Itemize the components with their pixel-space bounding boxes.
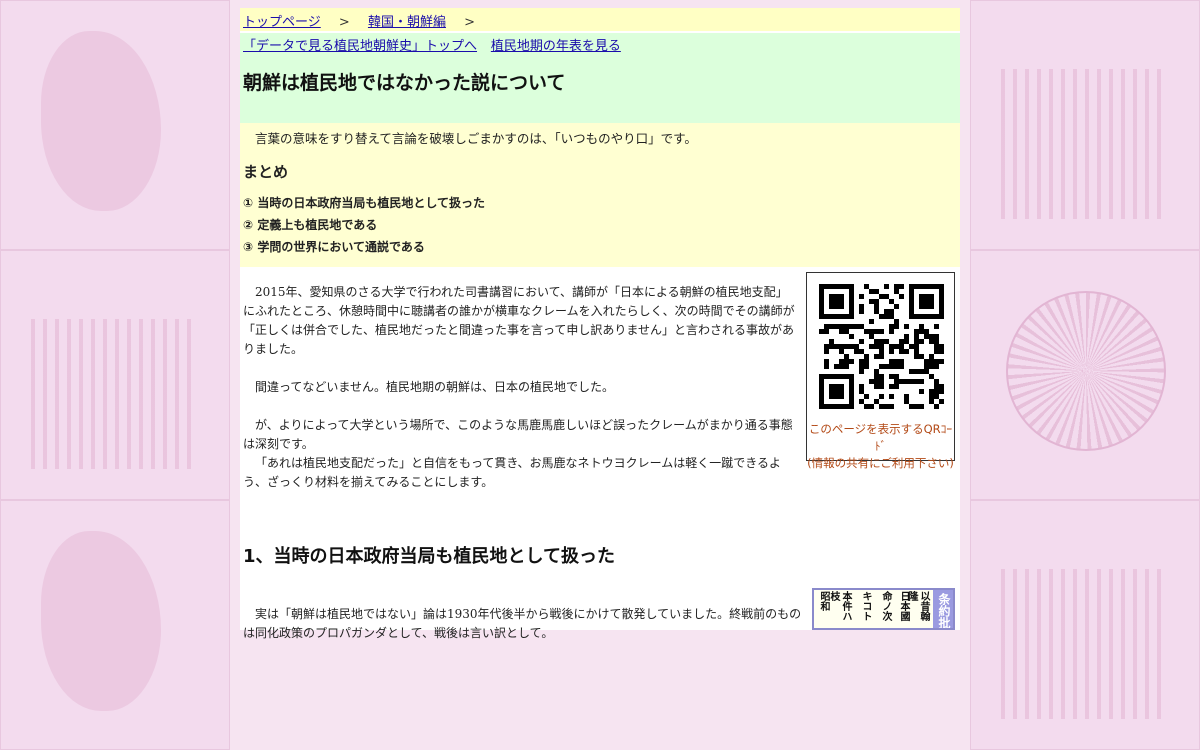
bg-radial-chart-image [970,250,1200,500]
data-history-top-link[interactable]: 「データで見る植民地朝鮮史」トップへ [243,39,477,54]
breadcrumb-separator: > [464,15,475,30]
summary-point: ① 当時の日本政府当局も植民地として扱った [243,196,485,210]
qr-caption-line: このページを表示するQRｺｰﾄﾞ [808,422,953,453]
bg-line-chart-image [970,0,1200,250]
bg-map-image [0,500,230,750]
content-column: トップページ > 韓国・朝鮮編 > 「データで見る植民地朝鮮史」トップへ 植民地… [240,8,960,640]
treaty-text: キコト [860,591,871,621]
breadcrumb: トップページ > 韓国・朝鮮編 > [240,8,960,31]
breadcrumb-category-link[interactable]: 韓国・朝鮮編 [368,15,446,30]
bg-line-chart-image [970,500,1200,750]
breadcrumb-separator: > [338,15,350,30]
article-paragraph: 間違ってなどいません。植民地期の朝鮮は、日本の植民地でした。 [255,380,615,394]
summary-point: ② 定義上も植民地である [243,218,378,232]
bg-bar-chart-image [0,250,230,500]
summary-box: 言葉の意味をすり替えて言論を破壊しごまかすのは、「いつものやり口」です。 まとめ… [240,123,960,267]
treaty-text: 昭和 [818,591,829,611]
header-links: 「データで見る植民地朝鮮史」トップへ 植民地期の年表を見る [243,35,957,54]
section-heading: 1、当時の日本政府当局も植民地として扱った [243,546,615,567]
breadcrumb-top-link[interactable]: トップページ [243,15,321,30]
article-paragraph: 2015年、愛知県のさる大学で行われた司書講習において、講師が「日本による朝鮮の… [243,285,795,356]
timeline-link[interactable]: 植民地期の年表を見る [491,39,621,54]
article-body: このページを表示するQRｺｰﾄﾞ (情報の共有にご利用下さい) 2015年、愛知… [240,267,960,568]
bg-map-image [0,0,230,250]
page-header: 「データで見る植民地朝鮮史」トップへ 植民地期の年表を見る 朝鮮は植民地ではなか… [240,33,960,123]
treaty-document-image[interactable]: 条約批 以昔翰隆 日本國 命ノ次 キコト 本件ハ枝 昭和 [812,588,955,630]
treaty-tag: 条約批 [933,590,953,628]
qr-caption: このページを表示するQRｺｰﾄﾞ (情報の共有にご利用下さい) [807,421,954,472]
treaty-text: 本件ハ枝 [828,591,851,621]
qr-code-image [819,284,944,409]
lead-text: 言葉の意味をすり替えて言論を破壊しごまかすのは、「いつものやり口」です。 [255,131,697,146]
treaty-text: 命ノ次 [880,591,891,621]
treaty-text: 日本國 [898,591,909,621]
article-paragraph: が、よりによって大学という場所で、このような馬鹿馬鹿しいほど誤ったクレームがまか… [243,418,793,451]
qr-caption-line: (情報の共有にご利用下さい) [807,456,954,470]
article-paragraph: 実は「朝鮮は植民地ではない」論は1930年代後半から戦後にかけて散発していました… [243,607,802,640]
summary-point: ③ 学問の世界において通説である [243,240,425,254]
page-title: 朝鮮は植民地ではなかった説について [243,72,566,94]
article-paragraph: 「あれは植民地支配だった」と自信をもって貫き、お馬鹿なネトウヨクレームは軽く一蹴… [243,456,781,489]
qr-code-box: このページを表示するQRｺｰﾄﾞ (情報の共有にご利用下さい) [806,272,955,470]
summary-heading: まとめ [243,163,289,181]
